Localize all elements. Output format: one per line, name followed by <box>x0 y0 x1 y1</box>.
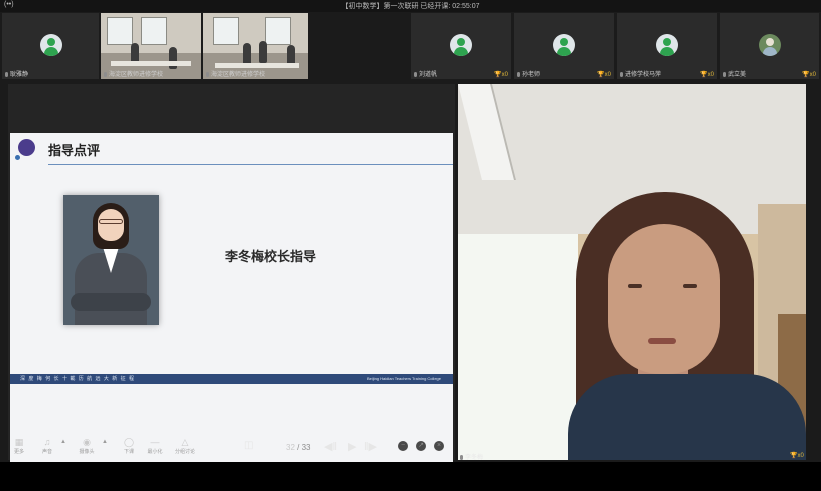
trophy-icon: 🏆x0 <box>700 72 714 78</box>
avatar-icon <box>758 34 781 56</box>
power-icon: ◯ <box>123 437 135 447</box>
participant-tile[interactable]: 刘道帆 🏆x0 <box>411 13 511 79</box>
fullscreen-icon[interactable]: ↗ <box>416 441 426 451</box>
footer-college: Beijing Haidian Teachers Training Colleg… <box>367 376 441 381</box>
group-discussion-button[interactable]: △ 分组讨论 <box>174 436 196 455</box>
trophy-icon: 🏆x0 <box>802 72 816 78</box>
participant-video[interactable]: 海淀区教师进修学校 <box>101 13 201 79</box>
participant-tile[interactable]: 进修学校马萍 🏆x0 <box>617 13 717 79</box>
participant-tile[interactable]: 孙老师 🏆x0 <box>514 13 614 79</box>
play-icon[interactable]: ▶ <box>348 440 356 453</box>
participant-name: 武立美 <box>723 69 746 78</box>
person-figure <box>243 43 251 65</box>
participant-name: 进修学校马萍 <box>620 69 661 78</box>
participant-name: 孙老师 <box>517 69 540 78</box>
slide-title: 指导点评 <box>48 143 101 158</box>
mic-icon <box>460 455 463 460</box>
participant-name: 刘道帆 <box>414 69 437 78</box>
participant-name: 耿雅静 <box>5 69 28 78</box>
participant-name: 海淀区教师进修学校 <box>104 69 163 78</box>
page-current: 32 <box>286 443 295 452</box>
participant-video[interactable]: 海淀区教师进修学校 <box>203 13 308 79</box>
main-camera-video[interactable] <box>458 84 806 460</box>
participant-tile[interactable]: 耿雅静 <box>2 13 99 79</box>
end-class-button[interactable]: ◯ 下课 <box>118 436 140 455</box>
camera-participant-name: 李冬梅 <box>460 452 483 461</box>
minimize-button[interactable]: — 最小化 <box>144 436 166 455</box>
avatar-icon <box>553 34 575 56</box>
participant-tile[interactable]: 武立美 🏆x0 <box>720 13 819 79</box>
more-button[interactable]: ▦ 更多 <box>8 436 30 455</box>
mic-icon <box>620 72 623 77</box>
mic-icon <box>206 72 209 77</box>
slide-caption: 李冬梅校长指导 <box>225 249 317 264</box>
group-icon: △ <box>181 437 189 447</box>
chevron-up-icon[interactable]: ▲ <box>60 439 66 445</box>
title-bar: (••) 【初中数学】第一次联研 已经开课: 02:55:07 <box>0 0 821 12</box>
camera-icon: ◉ <box>83 437 91 447</box>
trophy-icon: 🏆x0 <box>494 72 508 78</box>
trophy-icon: 🏆x0 <box>790 453 804 459</box>
layout-icon[interactable]: ◫ <box>244 440 253 451</box>
speaker-icon: ♫ <box>43 437 51 447</box>
avatar-icon <box>656 34 678 56</box>
participant-strip: 耿雅静 海淀区教师进修学校 海淀区教师进修学校 刘道帆 🏆x0 孙老师 🏆x0 … <box>0 13 821 79</box>
close-icon[interactable]: × <box>434 441 444 451</box>
bullet-icon <box>18 139 35 156</box>
mic-icon <box>5 72 8 77</box>
control-bar: ▦ 更多 ♫ 声音 ▲ ◉ 摄像头 ▲ ◯ 下课 — 最小化 △ 分组讨论 ◫ … <box>8 436 463 460</box>
chevron-up-icon[interactable]: ▲ <box>102 439 108 445</box>
speaker-portrait <box>63 195 159 325</box>
title-rule <box>48 164 453 165</box>
zoom-out-icon[interactable]: − <box>398 441 408 451</box>
camera-button[interactable]: ◉ 摄像头 <box>76 436 98 455</box>
bullet-dot-icon <box>15 155 20 160</box>
mic-icon <box>414 72 417 77</box>
page-indicator: 32 / 33 <box>286 443 311 452</box>
mic-icon <box>723 72 726 77</box>
mic-icon <box>104 72 107 77</box>
audio-button[interactable]: ♫ 声音 <box>36 436 58 455</box>
trophy-icon: 🏆x0 <box>597 72 611 78</box>
grid-icon: ▦ <box>14 437 24 447</box>
bottom-letterbox <box>0 462 821 491</box>
presentation-slide[interactable]: 指导点评 李冬梅校长指导 深 度 梅 何 长 十 載 历 航 远 大 新 征 程… <box>10 133 453 469</box>
slide-footer: 深 度 梅 何 长 十 載 历 航 远 大 新 征 程 Beijing Haid… <box>10 374 453 384</box>
page-total: 33 <box>301 443 311 452</box>
footer-slogan: 深 度 梅 何 长 十 載 历 航 远 大 新 征 程 <box>20 376 136 382</box>
participant-name: 海淀区教师进修学校 <box>206 69 265 78</box>
person-figure <box>259 41 267 63</box>
next-icon[interactable]: ‖▶ <box>364 440 377 453</box>
window-title: 【初中数学】第一次联研 已经开课: 02:55:07 <box>341 3 480 10</box>
previous-icon[interactable]: ◀‖ <box>324 440 337 453</box>
courseware-panel: 指导点评 李冬梅校长指导 深 度 梅 何 长 十 載 历 航 远 大 新 征 程… <box>8 84 455 469</box>
avatar-icon <box>39 34 62 56</box>
minimize-icon: — <box>150 437 160 447</box>
avatar-icon <box>450 34 472 56</box>
mic-icon <box>517 72 520 77</box>
